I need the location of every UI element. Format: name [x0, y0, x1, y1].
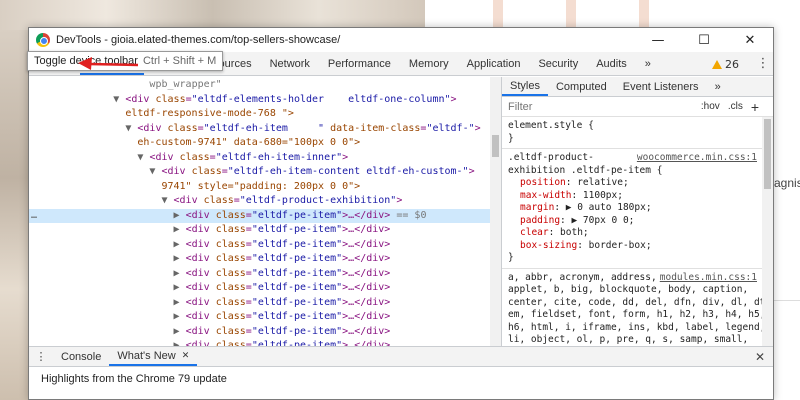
dom-node[interactable]: ▶ <div class="eltdf-pe-item">…</div>	[29, 296, 501, 311]
devtools-window: DevTools - gioia.elated-themes.com/top-s…	[28, 27, 774, 400]
background-decor-bar	[493, 0, 503, 30]
elements-scrollbar[interactable]	[490, 77, 501, 346]
drawer-tab-label: What's New	[117, 349, 176, 362]
whats-new-text: Highlights from the Chrome 79 update	[41, 373, 227, 385]
dom-node[interactable]: eh-custom-9741" data-680="100px 0 0">	[29, 136, 501, 151]
styles-scrollbar[interactable]	[762, 117, 773, 346]
warnings-badge[interactable]: 26	[712, 58, 739, 71]
sidebar-tab-event-listeners[interactable]: Event Listeners	[615, 77, 707, 96]
drawer-menu-icon[interactable]: ⋮	[29, 347, 53, 366]
css-rule-product-item: woocommerce.min.css:1 .eltdf-product- exh…	[502, 149, 773, 269]
window-controls: — ☐ ✕	[635, 28, 773, 52]
dom-node[interactable]: ▶ <div class="eltdf-pe-item">…</div>	[29, 325, 501, 340]
styles-filter-row: :hov .cls +	[502, 97, 773, 117]
drawer: ⋮ Console What's New ✕ ✕ Highlights from…	[29, 346, 773, 399]
drawer-tabs: ⋮ Console What's New ✕ ✕	[29, 347, 773, 367]
maximize-button[interactable]: ☐	[681, 28, 727, 52]
background-side-image	[0, 30, 30, 400]
elements-scrollbar-thumb[interactable]	[492, 135, 499, 157]
dom-node[interactable]: ▼ <div class="eltdf-product-exhibition">	[29, 194, 501, 209]
styles-filter-input[interactable]	[508, 100, 668, 113]
dom-node[interactable]: wpb_wrapper"	[29, 78, 501, 93]
css-rule-reset: modules.min.css:1 a, abbr, acronym, addre…	[502, 269, 773, 347]
dom-node[interactable]: ▶ <div class="eltdf-pe-item">…</div>	[29, 252, 501, 267]
background-decor-bar	[566, 0, 576, 30]
dom-node[interactable]: 9741" style="padding: 200px 0 0">	[29, 180, 501, 195]
window-title: DevTools - gioia.elated-themes.com/top-s…	[56, 34, 341, 46]
tab-security[interactable]: Security	[529, 52, 587, 75]
dom-node[interactable]: ▶ <div class="eltdf-pe-item">…</div>	[29, 267, 501, 282]
warnings-count: 26	[725, 57, 739, 71]
class-toggle[interactable]: .cls	[728, 101, 743, 112]
dom-node[interactable]: ▶ <div class="eltdf-pe-item">…</div>	[29, 281, 501, 296]
dom-node-selected[interactable]: … ▶ <div class="eltdf-pe-item">…</div> =…	[29, 208, 501, 224]
chrome-icon	[36, 33, 50, 47]
elements-tree-pane: wpb_wrapper" ▼ <div class="eltdf-element…	[29, 77, 502, 346]
tab-network[interactable]: Network	[261, 52, 319, 75]
background-decor-bar	[639, 0, 649, 30]
close-button[interactable]: ✕	[727, 28, 773, 52]
minimize-button[interactable]: —	[635, 28, 681, 52]
dom-node[interactable]: ▼ <div class="eltdf-eh-item-inner">	[29, 151, 501, 166]
tab-audits[interactable]: Audits	[587, 52, 636, 75]
tab-close-icon[interactable]: ✕	[182, 350, 190, 361]
dom-node[interactable]: ▼ <div class="eltdf-eh-item " data-item-…	[29, 122, 501, 137]
tooltip-shortcut: Ctrl + Shift + M	[142, 55, 217, 67]
more-tabs-button[interactable]: »	[636, 52, 660, 75]
background-hero-image	[0, 0, 425, 30]
dom-tree: wpb_wrapper" ▼ <div class="eltdf-element…	[29, 77, 501, 346]
tab-memory[interactable]: Memory	[400, 52, 458, 75]
background-text: agnis	[774, 176, 800, 190]
devtools-panes: wpb_wrapper" ▼ <div class="eltdf-element…	[29, 77, 773, 346]
title-bar[interactable]: DevTools - gioia.elated-themes.com/top-s…	[29, 28, 773, 52]
hover-state-toggle[interactable]: :hov	[701, 101, 720, 112]
sidebar-more-tabs[interactable]: »	[707, 77, 729, 96]
dom-node[interactable]: eltdf-responsive-mode-768 ">	[29, 107, 501, 122]
add-rule-icon[interactable]: +	[751, 99, 759, 115]
styles-sidebar: StylesComputedEvent Listeners» :hov .cls…	[502, 77, 773, 346]
dom-node[interactable]: ▼ <div class="eltdf-eh-item-content eltd…	[29, 165, 501, 180]
element-style-rule: element.style { }	[502, 117, 773, 149]
tab-performance[interactable]: Performance	[319, 52, 400, 75]
rule-source-link[interactable]: modules.min.css:1	[660, 272, 757, 285]
dom-node[interactable]: ▶ <div class="eltdf-pe-item">…</div>	[29, 238, 501, 253]
close-drawer-icon[interactable]: ✕	[755, 350, 765, 364]
styles-scrollbar-thumb[interactable]	[764, 119, 771, 189]
sidebar-tabs: Styles Computed Event Listeners»	[502, 77, 773, 97]
drawer-tab-whats-new[interactable]: What's New ✕	[109, 347, 198, 366]
sidebar-tab-computed[interactable]: Computed	[548, 77, 615, 96]
customize-menu-icon[interactable]: ⋮	[753, 52, 773, 76]
dom-node[interactable]: ▶ <div class="eltdf-pe-item">…</div>	[29, 339, 501, 346]
tab-application[interactable]: Application	[458, 52, 530, 75]
red-arrow-annotation	[78, 57, 139, 70]
dom-node[interactable]: ▶ <div class="eltdf-pe-item">…</div>	[29, 310, 501, 325]
tabbar-right: 26 ⋮	[712, 52, 773, 76]
background-divider	[770, 300, 800, 301]
node-options-icon[interactable]: …	[31, 209, 37, 224]
rule-close-brace: }	[508, 132, 514, 144]
warning-icon	[712, 59, 722, 69]
dom-node[interactable]: ▼ <div class="eltdf-elements-holder eltd…	[29, 93, 501, 108]
filter-tools: :hov .cls +	[701, 99, 759, 115]
element-style-selector: element.style {	[508, 120, 594, 131]
rule-source-link[interactable]: woocommerce.min.css:1	[637, 152, 757, 165]
dom-node[interactable]: ▶ <div class="eltdf-pe-item">…</div>	[29, 223, 501, 238]
drawer-tab-console[interactable]: Console	[53, 347, 109, 366]
sidebar-tab-styles[interactable]: Styles	[502, 77, 548, 96]
